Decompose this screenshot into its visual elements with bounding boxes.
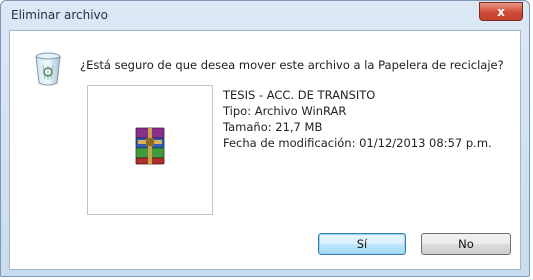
delete-file-dialog: Eliminar archivo x ¿Está seguro de que d… — [0, 0, 530, 277]
close-button[interactable]: x — [479, 2, 523, 21]
file-preview — [87, 85, 213, 215]
title-bar[interactable]: Eliminar archivo x — [1, 1, 529, 29]
file-modified-date: Fecha de modificación: 01/12/2013 08:57 … — [223, 136, 492, 150]
file-details: TESIS - ACC. DE TRANSITO Tipo: Archivo W… — [223, 87, 492, 151]
confirm-question: ¿Está seguro de que desea mover este arc… — [80, 58, 504, 72]
no-button[interactable]: No — [421, 233, 511, 255]
window-title: Eliminar archivo — [11, 8, 108, 22]
file-name: TESIS - ACC. DE TRANSITO — [223, 88, 376, 102]
dialog-content: ¿Está seguro de que desea mover este arc… — [9, 30, 521, 270]
file-size: Tamaño: 21,7 MB — [223, 120, 323, 134]
recycle-bin-icon — [35, 52, 61, 86]
yes-button[interactable]: Sí — [318, 233, 406, 255]
file-type: Tipo: Archivo WinRAR — [223, 104, 347, 118]
winrar-archive-icon — [135, 127, 165, 165]
close-icon: x — [497, 4, 505, 19]
